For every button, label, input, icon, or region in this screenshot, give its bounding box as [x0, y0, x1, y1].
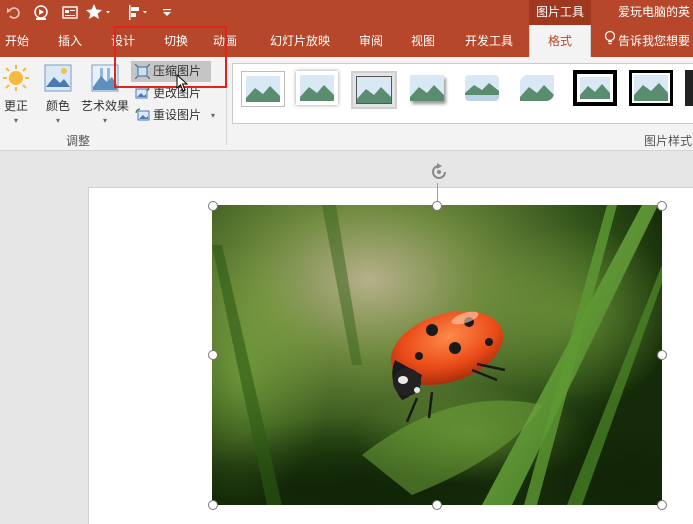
resize-handle[interactable]: [208, 201, 218, 211]
color-button[interactable]: 颜色 ▾: [42, 61, 74, 125]
ribbon-tabs: 开始 插入 设计 切换 动画 幻灯片放映 审阅 视图 开发工具 格式 告诉我您想…: [0, 25, 693, 82]
highlight-box: [114, 26, 227, 88]
style-preview: [577, 74, 613, 102]
tab-slideshow[interactable]: 幻灯片放映: [262, 25, 338, 57]
document-title: 爱玩电脑的英: [618, 5, 691, 19]
tab-home[interactable]: 开始: [0, 25, 34, 57]
style-thumb-2[interactable]: [296, 71, 338, 105]
align-icon[interactable]: [126, 2, 154, 22]
color-label: 颜色: [45, 99, 70, 113]
rotate-handle-icon[interactable]: [428, 161, 450, 183]
artistic-effects-label: 艺术效果: [80, 99, 129, 113]
tab-view[interactable]: 视图: [404, 25, 442, 57]
picture-tools-label: 图片工具: [529, 0, 591, 25]
corrections-button[interactable]: 更正 ▾: [1, 61, 31, 125]
tell-me-text: 告诉我您想要: [618, 34, 691, 48]
adjust-group-label: 调整: [66, 134, 91, 148]
picture-styles-group-label: 图片样式: [644, 134, 693, 148]
picture-styles-gallery: [232, 63, 693, 124]
lightbulb-icon: [604, 26, 618, 58]
style-preview: [246, 76, 280, 102]
chevron-down-icon: ▾: [55, 116, 60, 125]
style-thumb-6[interactable]: [516, 71, 558, 105]
style-preview: [356, 76, 392, 104]
chevron-down-icon: ▾: [13, 116, 18, 125]
style-thumb-5[interactable]: [461, 71, 503, 105]
style-thumb-7[interactable]: [573, 70, 617, 106]
style-preview: [520, 75, 554, 101]
resize-handle[interactable]: [432, 201, 442, 211]
reset-picture-icon: [135, 108, 150, 123]
reset-picture-button[interactable]: 重设图片 ▾: [131, 105, 215, 126]
ladybug-photo[interactable]: [212, 205, 662, 505]
title-bar: 图片工具 爱玩电脑的英: [0, 0, 693, 25]
star-icon[interactable]: [85, 2, 113, 22]
change-picture-icon: [135, 86, 150, 101]
chevron-down-icon[interactable]: ▾: [211, 105, 215, 126]
picture-color-icon: [43, 63, 73, 93]
tab-review[interactable]: 审阅: [352, 25, 390, 57]
style-thumb-8[interactable]: [629, 70, 673, 106]
mouse-cursor-icon: [176, 73, 190, 92]
sun-icon: [1, 63, 31, 93]
reset-picture-label: 重设图片: [153, 108, 202, 122]
corrections-label: 更正: [3, 99, 28, 113]
style-thumb-1[interactable]: [241, 71, 285, 107]
style-thumb-4[interactable]: [406, 71, 448, 105]
style-preview: [410, 75, 444, 101]
textbox-icon[interactable]: [61, 2, 79, 22]
style-preview: [300, 75, 334, 101]
resize-handle[interactable]: [208, 350, 218, 360]
resize-handle[interactable]: [657, 201, 667, 211]
resize-handle[interactable]: [657, 500, 667, 510]
resize-handle[interactable]: [657, 350, 667, 360]
tell-me-box[interactable]: 告诉我您想要: [604, 25, 693, 57]
customize-icon[interactable]: [160, 2, 174, 22]
chevron-down-icon: ▾: [102, 116, 107, 125]
style-preview: [465, 75, 499, 101]
tab-developer[interactable]: 开发工具: [456, 25, 522, 57]
style-thumb-9[interactable]: [685, 70, 693, 106]
tab-format[interactable]: 格式: [529, 25, 591, 57]
resize-handle[interactable]: [208, 500, 218, 510]
tab-insert[interactable]: 插入: [52, 25, 88, 57]
style-thumb-3[interactable]: [351, 71, 397, 109]
style-preview: [632, 73, 670, 103]
slideshow-icon[interactable]: [33, 2, 51, 22]
ribbon-panel: 更正 ▾ 颜色 ▾ 艺术效果 ▾ 压缩图片 更改图片 重设图片 ▾ 调整 图片样…: [0, 57, 693, 151]
resize-handle[interactable]: [432, 500, 442, 510]
undo-icon[interactable]: [6, 2, 22, 22]
